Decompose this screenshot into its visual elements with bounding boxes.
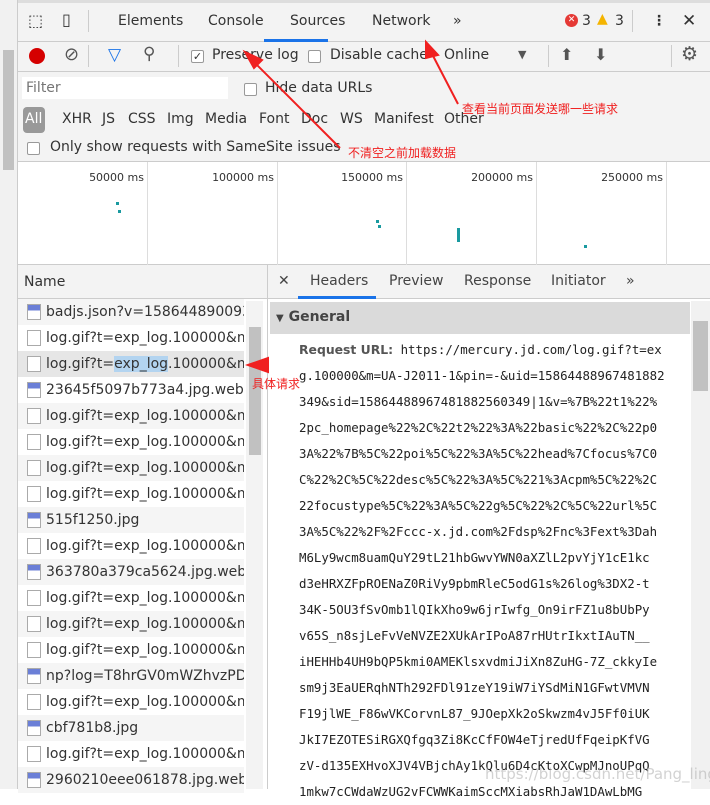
annotation-request: 具体请求: [252, 377, 301, 391]
annotation-preserve-log: 不清空之前加载数据: [348, 146, 457, 160]
annotation-network: 查看当前页面发送哪一些请求: [462, 102, 619, 116]
annotation-arrows: [242, 39, 459, 374]
watermark: https://blog.csdn.net/Pang_ling: [485, 765, 710, 783]
